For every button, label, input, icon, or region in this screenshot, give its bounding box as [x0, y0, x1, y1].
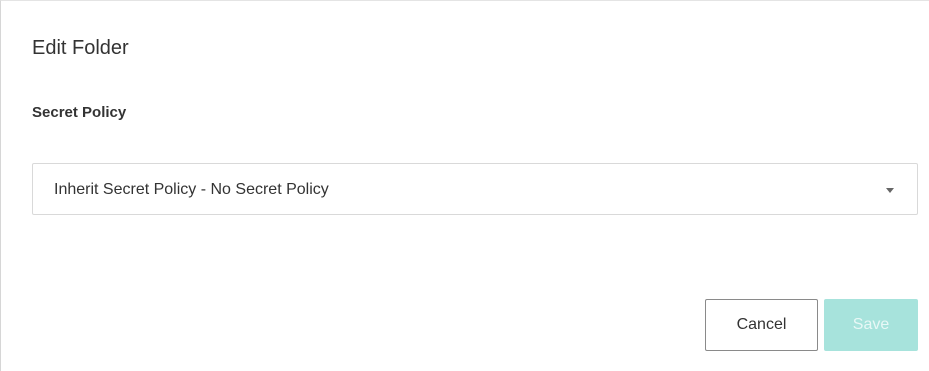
secret-policy-label: Secret Policy: [32, 104, 127, 121]
secret-policy-selected-value: Inherit Secret Policy - No Secret Policy: [54, 181, 329, 198]
save-button[interactable]: Save: [824, 299, 918, 351]
edit-folder-dialog: Edit Folder Secret Policy Inherit Secret…: [0, 0, 929, 371]
cancel-button[interactable]: Cancel: [705, 299, 818, 351]
dialog-title: Edit Folder: [32, 37, 129, 59]
caret-down-icon: [886, 188, 894, 193]
secret-policy-select[interactable]: Inherit Secret Policy - No Secret Policy: [32, 163, 918, 215]
